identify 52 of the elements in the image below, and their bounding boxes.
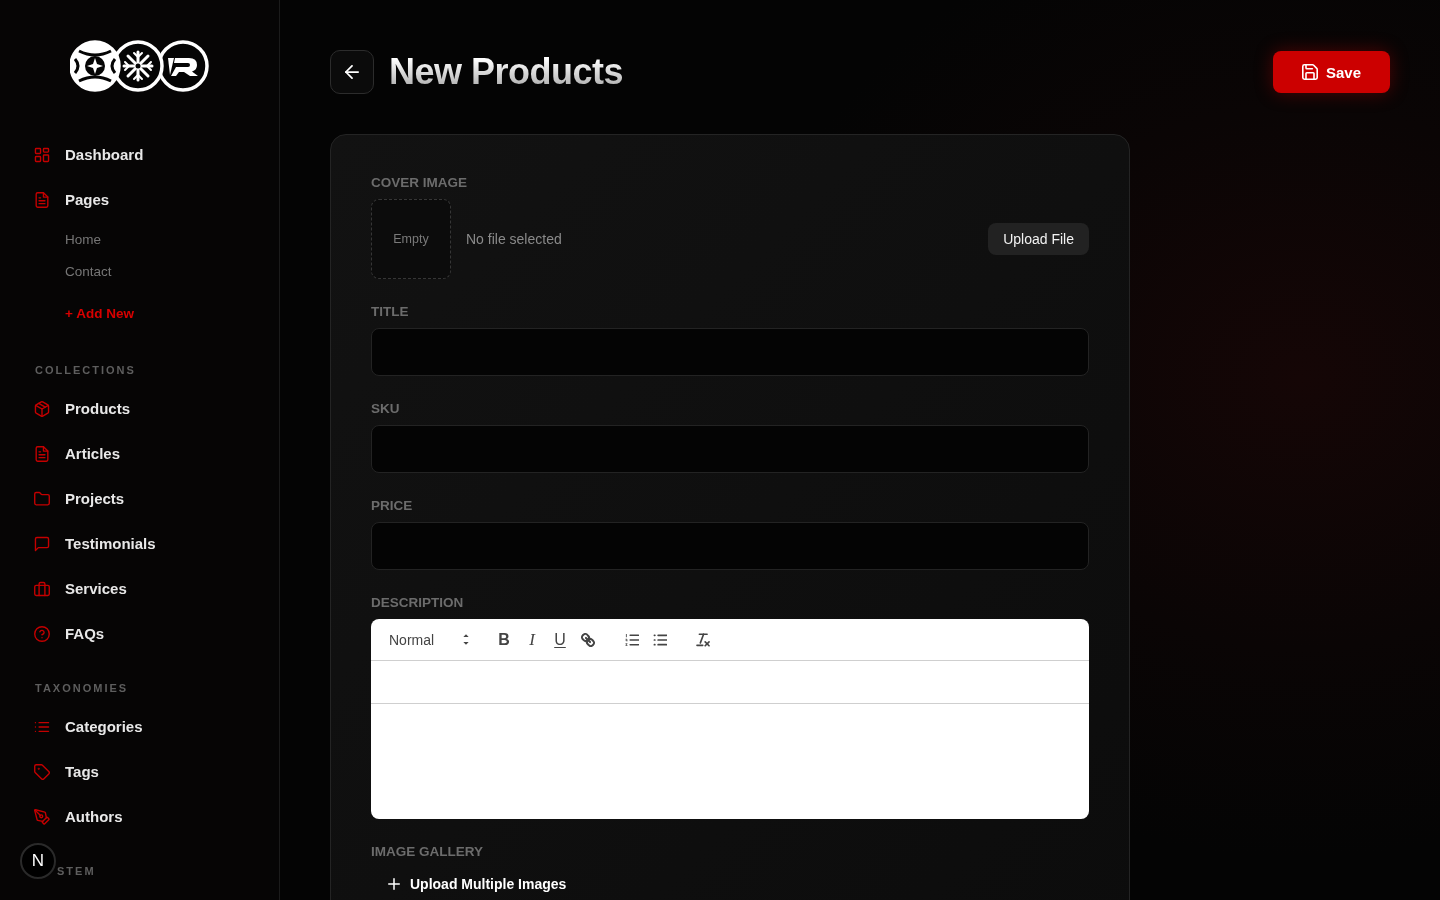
underline-button[interactable]: U: [546, 627, 574, 652]
chat-bubble-icon: [34, 535, 50, 552]
briefcase-icon: [34, 580, 50, 597]
text-input[interactable]: [371, 522, 1089, 570]
upload-file-button[interactable]: Upload File: [988, 223, 1089, 255]
field-label: COVER IMAGE: [371, 175, 467, 191]
grid-icon: [34, 146, 50, 163]
nav-item[interactable]: Testimonials: [0, 521, 156, 566]
link-icon: [581, 632, 595, 647]
nav-item[interactable]: Tags: [0, 749, 99, 794]
folder-icon: [34, 490, 50, 507]
back-button[interactable]: [330, 50, 374, 94]
tag-icon: [34, 763, 50, 780]
nav-subitem[interactable]: Contact: [0, 255, 112, 287]
plus-icon: [388, 878, 400, 890]
image-upload-field[interactable]: Empty: [371, 199, 451, 279]
italic-button[interactable]: I: [518, 627, 546, 652]
nav-item[interactable]: FAQs: [0, 611, 105, 656]
nav-item[interactable]: Products: [0, 386, 130, 431]
nav-item[interactable]: Articles: [0, 431, 121, 476]
pen-nib-icon: [34, 808, 50, 825]
field-label: TITLE: [371, 304, 409, 320]
nav-item[interactable]: Pages: [0, 177, 110, 222]
section-heading: STEM: [57, 864, 96, 879]
document-icon: [34, 445, 50, 462]
bold-button[interactable]: B: [490, 627, 518, 652]
nav-item[interactable]: Authors: [0, 794, 123, 839]
section-heading: TAXONOMIES: [35, 681, 129, 696]
add-new-link[interactable]: + Add New: [65, 297, 134, 329]
text-input[interactable]: [371, 425, 1089, 473]
text-input[interactable]: [371, 328, 1089, 376]
field-label: DESCRIPTION: [371, 595, 464, 611]
bullet-list-icon: [653, 632, 667, 647]
nav-item[interactable]: Projects: [0, 476, 125, 521]
field-label: IMAGE GALLERY: [371, 844, 483, 860]
file-status-text: No file selected: [466, 231, 562, 247]
upload-images-button[interactable]: Upload Multiple Images: [371, 868, 567, 900]
document-icon: [34, 191, 50, 208]
nav-item[interactable]: Dashboard: [0, 132, 144, 177]
question-circle-icon: [34, 625, 50, 642]
format-dropdown[interactable]: Normal: [383, 627, 481, 652]
section-heading: COLLECTIONS: [35, 363, 136, 378]
nav-subitem[interactable]: Home: [0, 223, 101, 255]
field-label: SKU: [371, 401, 400, 417]
save-button[interactable]: Save: [1273, 51, 1390, 93]
clear-format-icon: [696, 632, 710, 647]
up-down-caret-icon: [463, 634, 469, 645]
cube-icon: [34, 400, 50, 417]
nav-item[interactable]: Services: [0, 566, 127, 611]
field-label: PRICE: [371, 498, 413, 514]
numbered-list-icon: [625, 632, 639, 647]
nav-item[interactable]: Categories: [0, 704, 143, 749]
